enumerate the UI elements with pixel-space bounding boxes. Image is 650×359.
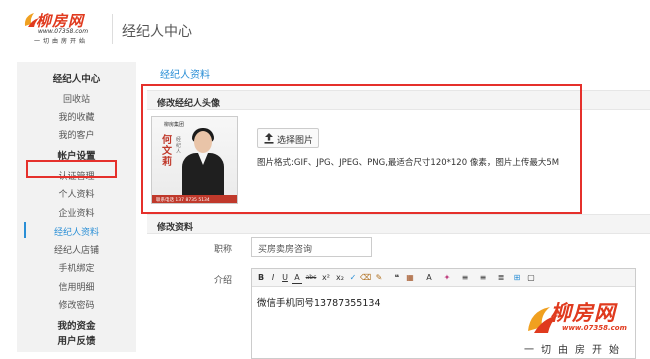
align-button[interactable]: ≣ (494, 272, 508, 284)
title-field-label: 职称 (213, 245, 232, 255)
italic-button[interactable]: I (268, 272, 278, 284)
sidebar-item-company-profile[interactable]: 企业资料 (17, 206, 136, 219)
header: 柳房网 www.07358.com 一切由房开始 经纪人中心 (0, 0, 650, 52)
title-input[interactable]: 买房卖房咨询 (251, 237, 372, 257)
superscript-button[interactable]: x² (320, 272, 332, 284)
sidebar-head-my-funds[interactable]: 我的资金 (17, 318, 136, 332)
highlight-button[interactable]: ✦ (440, 272, 454, 284)
strikethrough-button[interactable]: abc (304, 272, 318, 284)
sidebar-item-broker-shop[interactable]: 经纪人店铺 (17, 243, 136, 256)
sidebar-item-personal-profile[interactable]: 个人资料 (17, 187, 136, 200)
watermark: 柳房网 www.07358.com 一切由房开始 (510, 295, 650, 359)
title-input-value: 买房卖房咨询 (258, 245, 313, 255)
profile-section-label: 修改资料 (157, 223, 194, 233)
underline-button[interactable]: U (280, 272, 290, 284)
unordered-list-button[interactable]: ≡ (476, 272, 490, 284)
header-divider (112, 14, 113, 44)
watermark-url: www.07358.com (562, 324, 627, 332)
font-family-button[interactable]: A (422, 272, 436, 284)
bold-button[interactable]: B (256, 272, 266, 284)
page-button[interactable]: ▢ (526, 272, 536, 284)
sidebar-head-broker-center[interactable]: 经纪人中心 (17, 71, 136, 85)
clear-format-button[interactable]: ⌫ (360, 272, 371, 284)
sidebar-item-change-password[interactable]: 修改密码 (17, 298, 136, 311)
table-button[interactable]: ▦ (404, 272, 416, 284)
sidebar-item-customers[interactable]: 我的客户 (17, 128, 136, 141)
sidebar: 经纪人中心 回收站 我的收藏 我的客户 帐户设置 认证管理 个人资料 企业资料 … (17, 62, 136, 352)
ordered-list-button[interactable]: ≡ (458, 272, 472, 284)
main-title: 经纪人资料 (160, 70, 210, 81)
intro-field-label: 介绍 (213, 276, 232, 286)
font-color-button[interactable]: A (292, 272, 302, 284)
site-logo[interactable]: 柳房网 www.07358.com 一切由房开始 (22, 8, 110, 46)
brush-button[interactable]: ✎ (372, 272, 386, 284)
subscript-button[interactable]: x₂ (334, 272, 346, 284)
sidebar-active-indicator (24, 222, 26, 238)
logo-slogan: 一切由房开始 (34, 38, 89, 45)
editor-toolbar: B I U A abc x² x₂ ✓ ⌫ ✎ ❝ ▦ A ✦ ≡ ≡ ≣ ⊞ … (252, 269, 635, 287)
watermark-text: 柳房网 (550, 300, 616, 325)
quote-button[interactable]: ❝ (392, 272, 402, 284)
avatar-highlight-box (141, 84, 582, 214)
sidebar-highlight-box (26, 160, 117, 178)
profile-section-header: 修改资料 (147, 214, 650, 234)
format-button[interactable]: ✓ (348, 272, 358, 284)
sidebar-item-phone-binding[interactable]: 手机绑定 (17, 261, 136, 274)
watermark-slogan: 一切由房开始 (524, 345, 626, 356)
sidebar-item-favorites[interactable]: 我的收藏 (17, 110, 136, 123)
logo-url: www.07358.com (38, 28, 89, 35)
image-button[interactable]: ⊞ (512, 272, 522, 284)
sidebar-item-broker-profile[interactable]: 经纪人资料 (17, 225, 136, 238)
page-header-title: 经纪人中心 (122, 24, 192, 40)
sidebar-head-feedback[interactable]: 用户反馈 (17, 333, 136, 347)
sidebar-item-credit-details[interactable]: 信用明细 (17, 280, 136, 293)
intro-editor-content[interactable]: 微信手机同号13787355134 (257, 295, 381, 309)
sidebar-item-recycle-bin[interactable]: 回收站 (17, 92, 136, 105)
